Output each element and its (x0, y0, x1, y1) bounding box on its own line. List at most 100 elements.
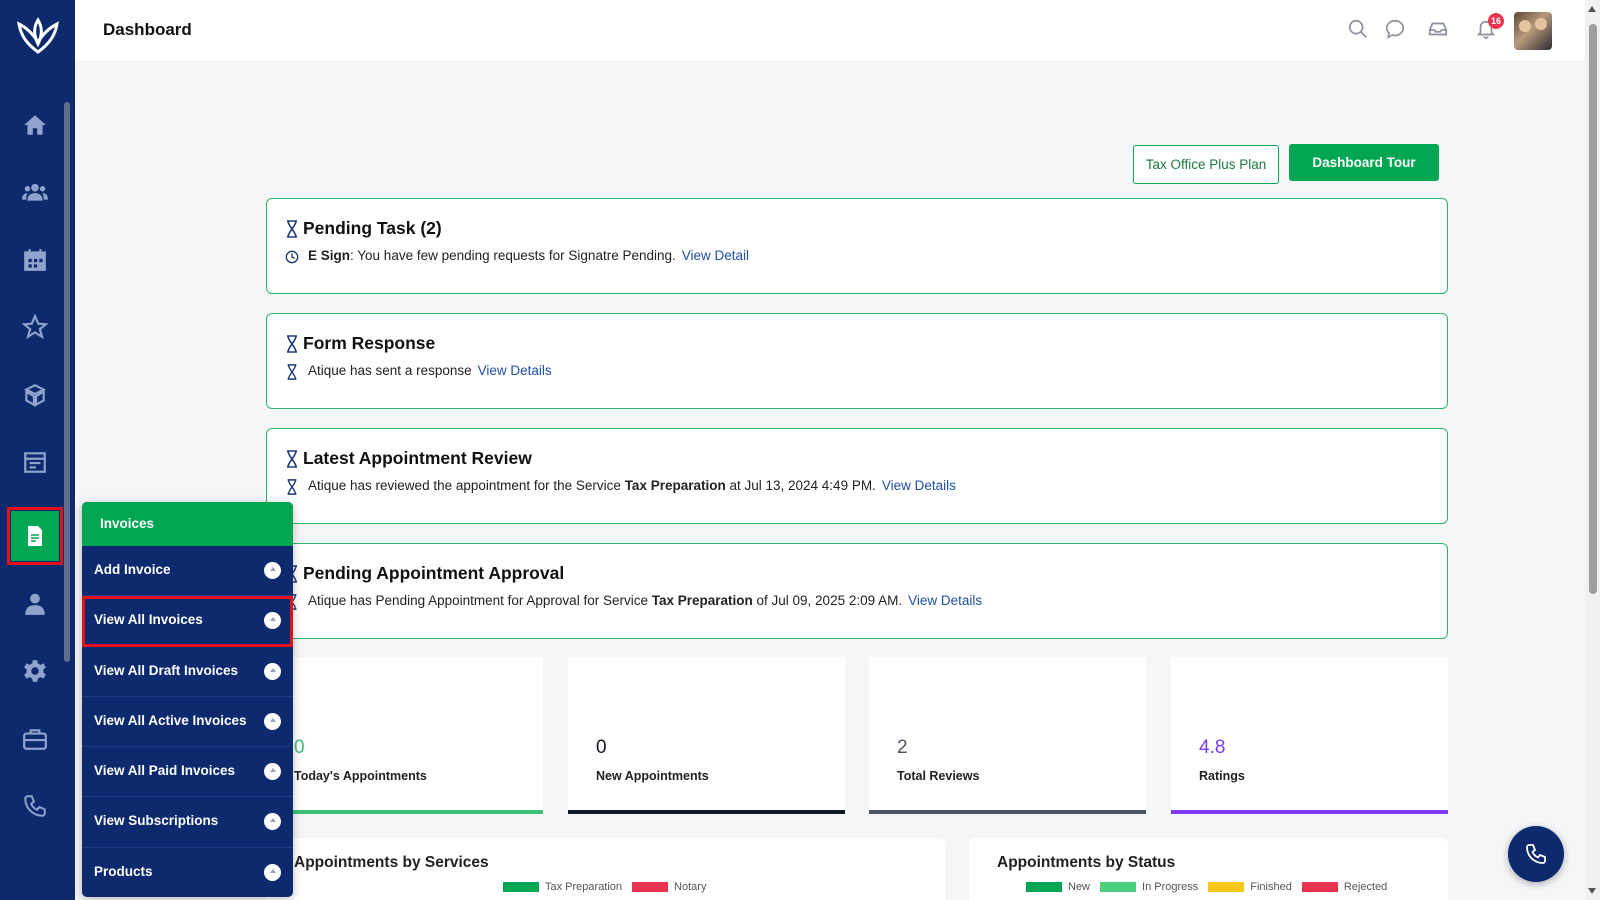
card-title: Pending Task (2) (303, 218, 442, 238)
search-icon[interactable] (1347, 18, 1371, 42)
menu-item-view-subscriptions[interactable]: View Subscriptions (82, 797, 293, 848)
message-text: : You have few pending requests for Sign… (350, 248, 676, 263)
pending-task-card: Pending Task (2) E Sign: You have few pe… (266, 198, 1448, 294)
card-title: Form Response (303, 333, 436, 353)
legend-item[interactable]: Finished (1208, 881, 1292, 893)
stat-label: Total Reviews (897, 769, 980, 783)
calendar-icon[interactable] (16, 241, 54, 279)
view-details-link[interactable]: View Details (908, 593, 982, 608)
hourglass-icon (287, 479, 297, 495)
scroll-down-icon[interactable] (1588, 888, 1596, 894)
users-icon[interactable] (16, 173, 54, 211)
card-title: Pending Appointment Approval (303, 563, 565, 583)
message-text: Atique has sent a response (308, 363, 472, 378)
legend-item[interactable]: Rejected (1301, 881, 1387, 893)
circle-arrow-icon (264, 662, 281, 680)
hourglass-icon (287, 220, 297, 238)
chat-icon[interactable] (1384, 18, 1408, 42)
message-text: of Jul 09, 2025 2:09 AM. (752, 593, 903, 608)
avatar[interactable] (1514, 12, 1552, 50)
clock-icon (285, 250, 299, 264)
circle-arrow-icon (264, 562, 281, 579)
menu-item-add-invoice[interactable]: Add Invoice (82, 546, 293, 597)
stat-label: New Appointments (596, 769, 709, 783)
view-details-link[interactable]: View Details (882, 478, 956, 493)
latest-review-card: Latest Appointment Review Atique has rev… (266, 428, 1448, 524)
message-bold: Tax Preparation (651, 593, 753, 608)
stat-new-appointments: 0 New Appointments (568, 657, 845, 814)
legend-item[interactable]: In Progress (1100, 881, 1198, 893)
page-title: Dashboard (103, 20, 192, 39)
legend-item[interactable]: Tax Preparation (503, 881, 622, 893)
message-text: at Jul 13, 2024 4:49 PM. (725, 478, 876, 493)
schedule-icon[interactable] (16, 443, 54, 481)
circle-arrow-icon (264, 763, 281, 781)
pending-approval-card: Pending Appointment Approval Atique has … (266, 543, 1448, 639)
call-button[interactable] (1508, 826, 1564, 882)
chart-legend: New In Progress Finished Rejected (1026, 881, 1387, 893)
view-detail-link[interactable]: View Detail (682, 248, 749, 263)
stat-bar (869, 810, 1146, 814)
flyout-title: Invoices (82, 502, 293, 546)
home-icon[interactable] (16, 106, 54, 144)
circle-arrow-icon (264, 612, 281, 630)
stat-value: 0 (596, 737, 607, 758)
circle-arrow-icon (264, 813, 281, 831)
stat-bar (568, 810, 845, 814)
message-bold: E Sign (308, 248, 351, 263)
person-icon[interactable] (16, 585, 54, 623)
menu-item-view-all-draft-invoices[interactable]: View All Draft Invoices (82, 647, 293, 697)
card-message: E Sign: You have few pending requests fo… (308, 248, 749, 263)
hourglass-icon (287, 450, 297, 468)
stat-bar (1171, 810, 1448, 814)
legend-item[interactable]: New (1026, 881, 1090, 893)
phone-icon (1526, 844, 1546, 864)
card-title: Latest Appointment Review (303, 448, 532, 468)
briefcase-icon[interactable] (16, 720, 54, 758)
sidebar-scrollbar[interactable] (64, 94, 70, 854)
scroll-up-icon[interactable] (1588, 6, 1596, 12)
menu-item-view-all-active-invoices[interactable]: View All Active Invoices (82, 697, 293, 748)
panel-title: Appointments by Status (997, 854, 1176, 871)
top-header: Dashboard (75, 0, 1585, 60)
stat-bar (266, 810, 543, 814)
circle-arrow-icon (264, 712, 281, 730)
menu-item-view-all-paid-invoices[interactable]: View All Paid Invoices (82, 747, 293, 798)
legend-item[interactable]: Notary (632, 881, 706, 893)
view-details-link[interactable]: View Details (478, 363, 552, 378)
page-scrollbar[interactable] (1585, 0, 1600, 900)
stat-label: Ratings (1199, 769, 1245, 783)
card-message: Atique has sent a response View Details (308, 363, 552, 378)
tax-office-plan-button[interactable]: Tax Office Plus Plan (1133, 145, 1279, 184)
scroll-thumb[interactable] (1589, 24, 1597, 594)
box-icon[interactable] (16, 376, 54, 414)
chart-legend: Tax Preparation Notary (503, 881, 706, 893)
stat-total-reviews: 2 Total Reviews (869, 657, 1146, 814)
stat-value: 2 (897, 737, 908, 758)
stat-ratings: 4.8 Ratings (1171, 657, 1448, 814)
sidebar (0, 0, 75, 900)
message-text: Atique has Pending Appointment for Appro… (308, 593, 652, 608)
brand-logo-icon[interactable] (13, 14, 63, 58)
hourglass-icon (287, 335, 297, 353)
card-message: Atique has reviewed the appointment for … (308, 478, 956, 493)
invoice-icon[interactable] (7, 507, 63, 565)
star-icon[interactable] (16, 308, 54, 346)
menu-item-products[interactable]: Products (82, 848, 293, 897)
inbox-icon[interactable] (1427, 18, 1451, 42)
panel-title: Appointments by Services (294, 854, 489, 871)
form-response-card: Form Response Atique has sent a response… (266, 313, 1448, 409)
dashboard-tour-button[interactable]: Dashboard Tour (1289, 144, 1439, 181)
card-message: Atique has Pending Appointment for Appro… (308, 593, 982, 608)
stat-label: Today's Appointments (294, 769, 427, 783)
hourglass-icon (287, 364, 297, 380)
menu-item-view-all-invoices[interactable]: View All Invoices (82, 596, 293, 647)
phone-icon[interactable] (16, 787, 54, 825)
appointments-by-status-panel: Appointments by Status New In Progress F… (969, 838, 1448, 900)
message-text: Atique has reviewed the appointment for … (308, 478, 625, 493)
stat-todays-appointments: 0 Today's Appointments (266, 657, 543, 814)
stat-value: 0 (294, 737, 305, 758)
message-bold: Tax Preparation (624, 478, 726, 493)
stat-value: 4.8 (1199, 737, 1226, 758)
gear-icon[interactable] (16, 652, 54, 690)
